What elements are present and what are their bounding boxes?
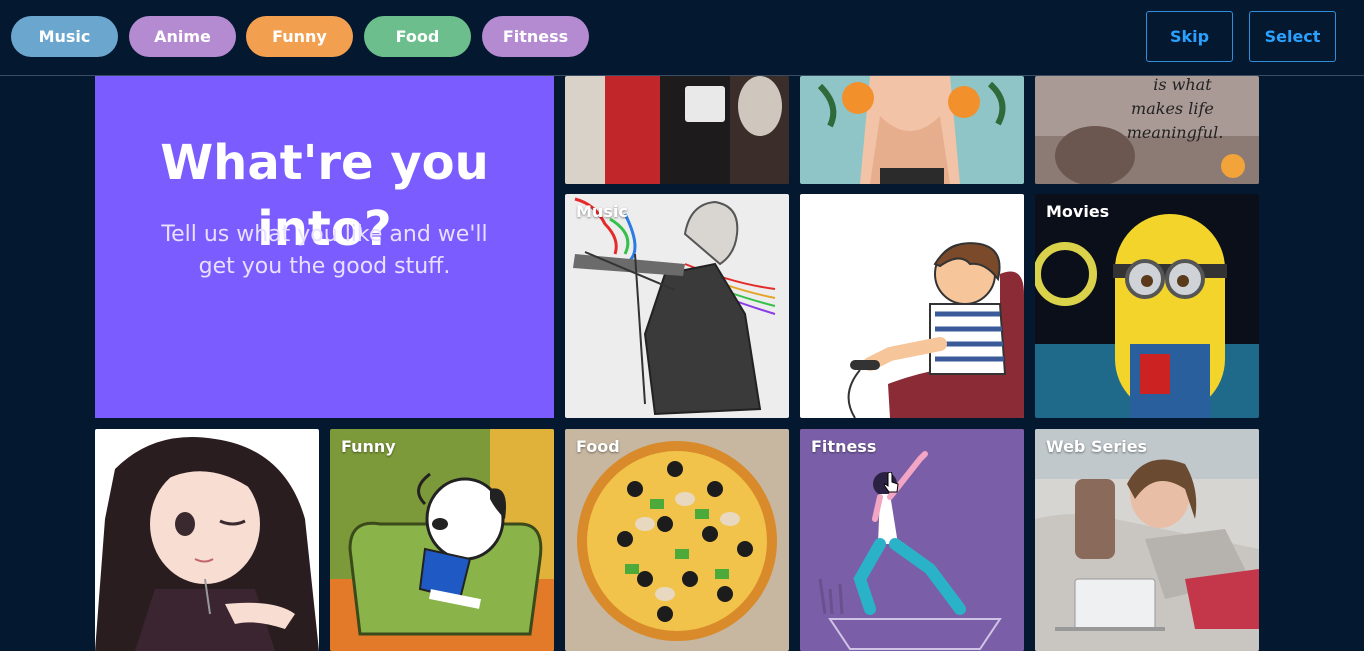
category-card-anime[interactable] [95, 429, 319, 651]
beauty-image [800, 76, 1024, 184]
anime-girl-image [95, 429, 319, 651]
category-card-beauty[interactable] [800, 76, 1024, 184]
category-card-fitness[interactable]: Fitness [800, 429, 1024, 651]
yoga-illustration-image [800, 429, 1024, 651]
chip-food[interactable]: Food [364, 16, 471, 57]
quote-line-2: makes life [1131, 99, 1214, 118]
card-label-web-series: Web Series [1046, 437, 1148, 456]
people-image [565, 76, 789, 184]
quote-image: is what makes life meaningful. [1035, 76, 1259, 184]
category-card-web-series[interactable]: Web Series [1035, 429, 1259, 651]
chip-anime[interactable]: Anime [129, 16, 236, 57]
category-card-music[interactable]: Music [565, 194, 789, 418]
card-label-movies: Movies [1046, 202, 1110, 221]
quote-line-3: meaningful. [1127, 123, 1224, 142]
card-label-fitness: Fitness [811, 437, 877, 456]
mouse-pointer-icon [884, 472, 899, 493]
page-subtitle: Tell us what you like and we'll get you … [161, 222, 488, 279]
card-label-food: Food [576, 437, 620, 456]
category-card-people[interactable] [565, 76, 789, 184]
chip-funny[interactable]: Funny [246, 16, 353, 57]
category-card-quote[interactable]: is what makes life meaningful. [1035, 76, 1259, 184]
quote-line-1: is what [1153, 76, 1212, 94]
chip-music[interactable]: Music [11, 16, 118, 57]
woman-couch-image [1035, 429, 1259, 651]
minion-image [1035, 194, 1259, 418]
snoopy-image [330, 429, 554, 651]
card-label-music: Music [576, 202, 628, 221]
violinist-image [565, 194, 789, 418]
category-card-gaming[interactable] [800, 194, 1024, 418]
intro-panel: What're you into? Tell us what you like … [95, 76, 554, 418]
card-label-funny: Funny [341, 437, 396, 456]
gamer-cartoon-image [800, 194, 1024, 418]
skip-button[interactable]: Skip [1146, 11, 1233, 62]
category-card-funny[interactable]: Funny [330, 429, 554, 651]
select-button[interactable]: Select [1249, 11, 1336, 62]
category-card-movies[interactable]: Movies [1035, 194, 1259, 418]
pizza-image [565, 429, 789, 651]
chip-fitness[interactable]: Fitness [482, 16, 589, 57]
category-card-food[interactable]: Food [565, 429, 789, 651]
top-bar: Music Anime Funny Food Fitness Skip Sele… [0, 0, 1364, 76]
